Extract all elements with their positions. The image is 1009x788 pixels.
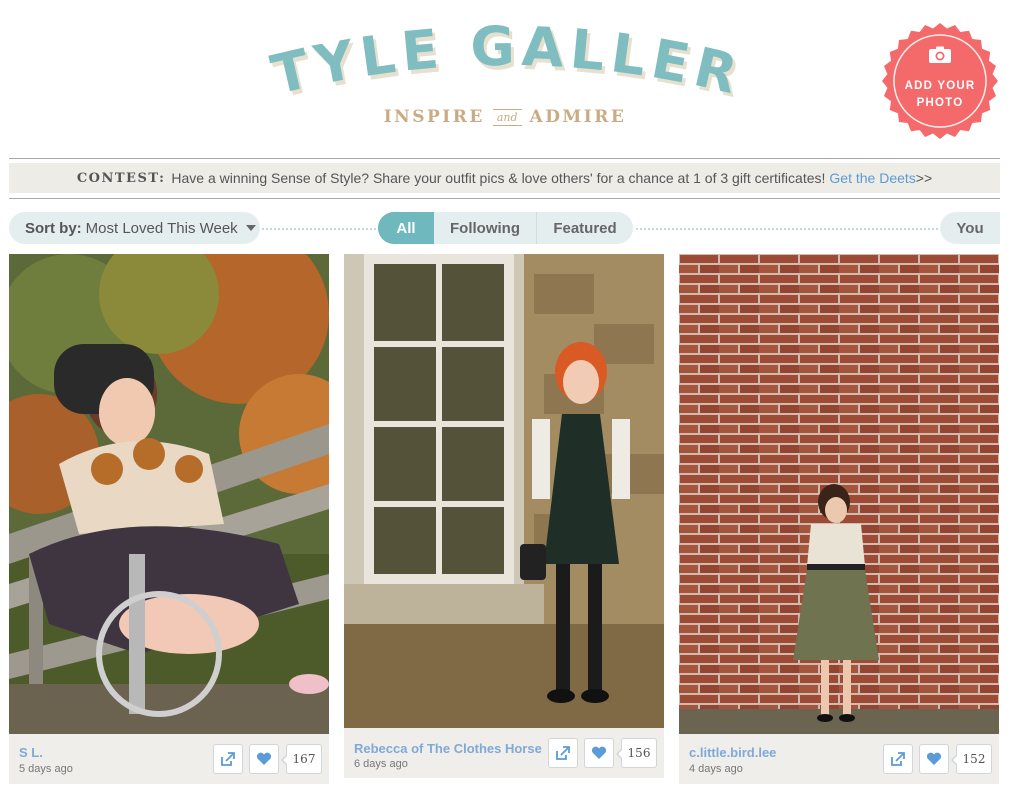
card-age: 6 days ago <box>354 758 408 770</box>
tagline-inspire: INSPIRE <box>383 107 485 127</box>
dotted-line-left <box>262 228 376 230</box>
sort-label: Sort by: <box>25 219 82 237</box>
share-button[interactable] <box>548 738 578 768</box>
dotted-line-right <box>636 228 938 230</box>
love-button[interactable] <box>249 744 279 774</box>
love-count: 156 <box>616 738 657 768</box>
outfit-photo[interactable] <box>679 254 999 734</box>
love-count: 152 <box>951 744 992 774</box>
share-icon <box>556 746 570 760</box>
page-header: STYLE GALLERY STYLE GALLERY INSPIRE and … <box>0 0 1009 150</box>
add-photo-line2: PHOTO <box>916 97 964 109</box>
share-icon <box>891 752 905 766</box>
tab-following[interactable]: Following <box>434 212 537 244</box>
heart-icon <box>926 752 942 765</box>
tagline-and: and <box>492 108 522 126</box>
contest-link-text: Get the Deets <box>829 170 916 186</box>
tagline: INSPIRE and ADMIRE <box>383 102 627 132</box>
gallery-card: c.little.bird.lee 4 days ago 152 <box>679 254 999 784</box>
love-button[interactable] <box>584 738 614 768</box>
love-count: 167 <box>281 744 322 774</box>
chevron-down-icon <box>245 225 256 231</box>
sort-dropdown[interactable]: Sort by: Most Loved This Week <box>9 212 260 244</box>
camera-icon <box>929 46 951 63</box>
add-your-photo-button[interactable]: ADD YOUR PHOTO <box>881 22 999 140</box>
outfit-photo-image <box>344 254 664 728</box>
outfit-photo[interactable] <box>344 254 664 728</box>
share-button[interactable] <box>883 744 913 774</box>
share-button[interactable] <box>213 744 243 774</box>
add-photo-line1: ADD YOUR <box>904 80 976 92</box>
card-age: 4 days ago <box>689 763 743 775</box>
divider-top <box>9 158 1000 159</box>
outfit-photo[interactable] <box>9 254 329 734</box>
card-author[interactable]: S L. <box>19 745 43 760</box>
add-photo-label: ADD YOUR PHOTO <box>881 78 999 112</box>
card-meta: Rebecca of The Clothes Horse 6 days ago … <box>344 728 664 778</box>
card-meta: S L. 5 days ago 167 <box>9 734 329 784</box>
divider-bottom <box>9 198 1000 199</box>
style-gallery-logo[interactable]: STYLE GALLERY STYLE GALLERY <box>222 0 766 112</box>
love-button[interactable] <box>919 744 949 774</box>
get-the-deets-link[interactable]: Get the Deets <box>829 170 915 186</box>
contest-banner: CONTEST: Have a winning Sense of Style? … <box>9 163 1000 193</box>
filter-tabs: All Following Featured <box>378 212 633 244</box>
tab-all[interactable]: All <box>378 212 434 244</box>
contest-link-suffix: >> <box>915 170 933 186</box>
you-tab[interactable]: You <box>940 212 1000 244</box>
gallery-card: S L. 5 days ago 167 <box>9 254 329 784</box>
contest-tag: CONTEST: <box>76 170 166 186</box>
contest-text: Have a winning Sense of Style? Share you… <box>171 170 826 186</box>
sort-value: Most Loved This Week <box>85 219 238 237</box>
card-author[interactable]: Rebecca of The Clothes Horse <box>354 741 542 756</box>
card-meta: c.little.bird.lee 4 days ago 152 <box>679 734 999 784</box>
card-author[interactable]: c.little.bird.lee <box>689 745 776 760</box>
card-age: 5 days ago <box>19 763 73 775</box>
outfit-photo-image <box>679 254 999 734</box>
share-icon <box>221 752 235 766</box>
gallery-card: Rebecca of The Clothes Horse 6 days ago … <box>344 254 664 778</box>
heart-icon <box>256 752 272 765</box>
outfit-photo-image <box>9 254 329 734</box>
heart-icon <box>591 746 607 759</box>
tab-featured[interactable]: Featured <box>537 212 633 244</box>
tagline-admire: ADMIRE <box>529 107 627 127</box>
